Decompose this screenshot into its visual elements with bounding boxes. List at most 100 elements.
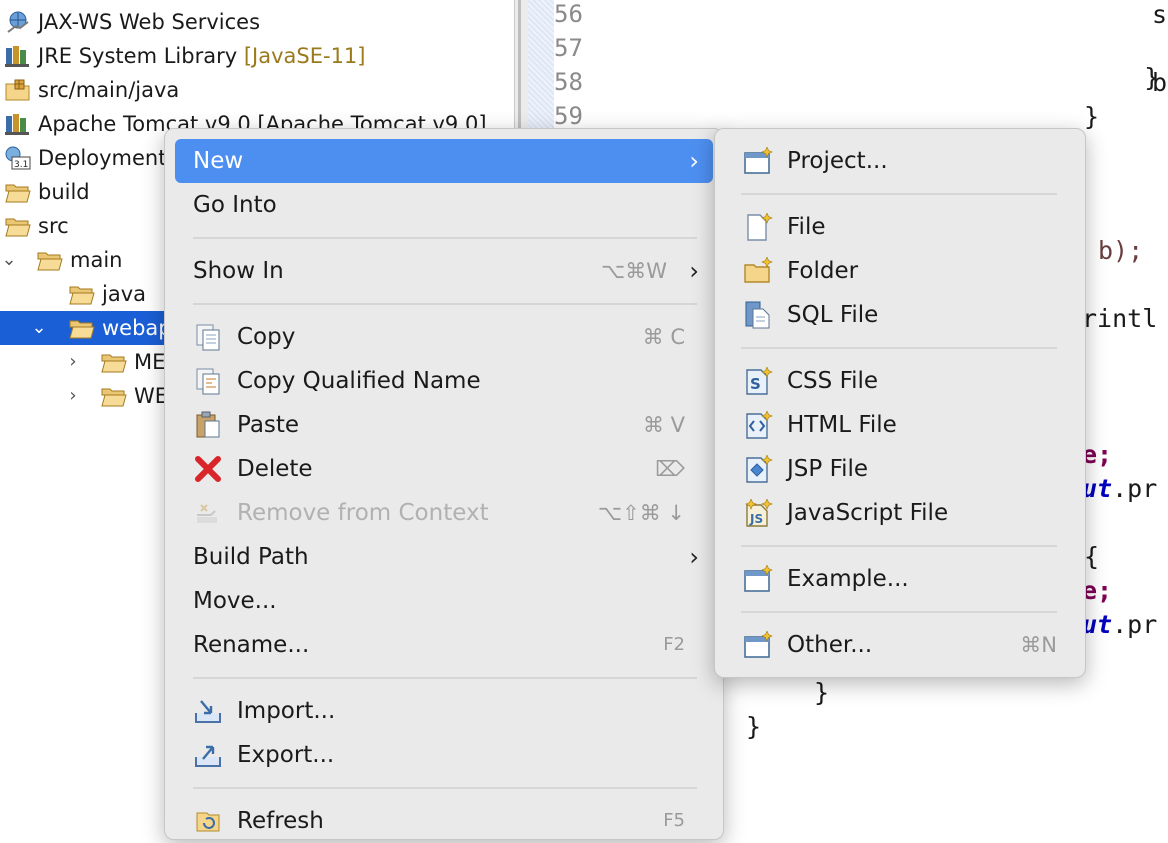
code-fragment: s — [1152, 0, 1168, 29]
new-file-icon — [747, 213, 773, 241]
new-example-icon — [744, 565, 773, 592]
new-project-icon — [744, 147, 773, 174]
delete-icon — [195, 456, 221, 482]
menu-item-shortcut: ⌘N — [1020, 633, 1057, 657]
tree-item-label: build — [38, 180, 90, 204]
submenu-item-jsp-file[interactable]: JSP File — [725, 447, 1075, 491]
code-fragment: } — [1084, 102, 1100, 131]
chevron-right-icon: › — [689, 257, 699, 285]
sql-file-icon — [745, 301, 770, 329]
menu-item-rename[interactable]: Rename... F2 — [175, 623, 713, 667]
menu-item-import[interactable]: Import... — [175, 689, 713, 733]
menu-item-label: Copy — [237, 324, 296, 350]
svg-text:S: S — [750, 375, 761, 393]
import-icon — [195, 700, 221, 723]
menu-separator — [741, 193, 1057, 195]
menu-item-label: Export... — [237, 742, 335, 768]
menu-item-remove-from-context[interactable]: Remove from Context ⌥⇧⌘ ↓ — [175, 491, 713, 535]
menu-item-shortcut: ⌦ — [655, 457, 685, 481]
menu-item-label: Rename... — [193, 632, 310, 658]
menu-separator — [193, 787, 697, 789]
code-fragment: e; — [1082, 576, 1112, 605]
submenu-item-label: JSP File — [787, 456, 869, 482]
submenu-item-sql-file[interactable]: SQL File — [725, 293, 1075, 337]
submenu-item-javascript-file[interactable]: JS JavaScript File — [725, 491, 1075, 535]
tree-item-label: src/main/java — [38, 78, 180, 102]
menu-item-label: Build Path — [193, 544, 309, 570]
menu-item-shortcut: F5 — [663, 810, 685, 831]
menu-item-export[interactable]: Export... — [175, 733, 713, 777]
folder-icon — [5, 184, 31, 203]
code-fragment: ut.pr — [1082, 474, 1157, 503]
menu-item-refresh[interactable]: Refresh F5 — [175, 799, 713, 843]
menu-item-paste[interactable]: Paste ⌘ V — [175, 403, 713, 447]
tree-item-jre-library[interactable]: JRE System Library [JavaSE-11] — [0, 39, 514, 73]
new-folder-icon — [744, 257, 773, 283]
menu-separator — [741, 545, 1057, 547]
submenu-item-example[interactable]: Example... — [725, 557, 1075, 601]
chevron-right-icon: › — [689, 147, 699, 175]
menu-separator — [193, 303, 697, 305]
folder-icon — [69, 320, 95, 339]
chevron-down-icon[interactable]: ⌄ — [0, 243, 18, 277]
web-services-icon — [7, 11, 29, 33]
code-fragment: b); — [1098, 236, 1143, 265]
menu-item-shortcut: ⌘ C — [642, 325, 685, 349]
javascript-file-icon: JS — [745, 499, 773, 527]
menu-item-copy-qualified-name[interactable]: Copy Qualified Name — [175, 359, 713, 403]
chevron-right-icon[interactable]: › — [64, 345, 82, 379]
submenu-item-project[interactable]: Project... — [725, 139, 1075, 183]
deployment-descriptor-icon: 3.1 — [5, 146, 31, 170]
menu-item-label: Delete — [237, 456, 313, 482]
menu-item-label: Show In — [193, 258, 284, 284]
submenu-item-label: JavaScript File — [787, 500, 949, 526]
menu-item-label: Move... — [193, 588, 277, 614]
jre-version-decoration: [JavaSE-11] — [243, 44, 366, 68]
chevron-down-icon[interactable]: ⌄ — [30, 311, 48, 345]
code-fragment: } — [746, 712, 762, 741]
field: ut — [1082, 610, 1113, 639]
chevron-right-icon[interactable]: › — [64, 379, 82, 413]
tree-item-label: JRE System Library — [38, 44, 238, 68]
menu-item-shortcut: ⌥⇧⌘ ↓ — [597, 501, 685, 525]
code-fragment: .pr — [1112, 610, 1158, 639]
tree-item-label: JAX-WS Web Services — [38, 10, 261, 34]
submenu-item-css-file[interactable]: S CSS File — [725, 359, 1075, 403]
copy-icon — [196, 324, 220, 351]
tree-item-jax-ws[interactable]: JAX-WS Web Services — [0, 5, 514, 39]
folder-icon — [37, 252, 63, 271]
menu-item-label: Remove from Context — [237, 500, 489, 526]
folder-icon — [69, 286, 95, 305]
code-fragment: { — [1084, 542, 1100, 571]
menu-item-copy[interactable]: Copy ⌘ C — [175, 315, 713, 359]
svg-text:JS: JS — [749, 512, 763, 526]
submenu-item-other[interactable]: Other... ⌘N — [725, 623, 1075, 667]
submenu-item-file[interactable]: File — [725, 205, 1075, 249]
menu-item-show-in[interactable]: Show In ⌥⌘W › — [175, 249, 713, 293]
field: ut — [1082, 474, 1113, 503]
menu-item-shortcut: ⌥⌘W — [601, 259, 667, 283]
keyword: e; — [1082, 440, 1113, 469]
menu-item-move[interactable]: Move... — [175, 579, 713, 623]
menu-item-go-into[interactable]: Go Into — [175, 183, 713, 227]
code-fragment: } — [814, 678, 830, 707]
submenu-item-label: Other... — [787, 632, 873, 658]
new-submenu: Project... File Folder SQL File S CSS Fi… — [714, 128, 1086, 678]
submenu-item-label: CSS File — [787, 368, 879, 394]
menu-item-label: Import... — [237, 698, 336, 724]
submenu-item-folder[interactable]: Folder — [725, 249, 1075, 293]
css-file-icon: S — [746, 367, 773, 395]
menu-item-build-path[interactable]: Build Path › — [175, 535, 713, 579]
export-icon — [195, 745, 221, 767]
menu-separator — [193, 677, 697, 679]
context-menu: New › Go Into Show In ⌥⌘W › Copy ⌘ C Cop… — [164, 128, 724, 840]
tree-item-src-main-java[interactable]: src/main/java — [0, 73, 514, 107]
menu-item-shortcut: ⌘ V — [642, 413, 685, 437]
line-number: 59 — [554, 102, 583, 130]
menu-item-delete[interactable]: Delete ⌦ — [175, 447, 713, 491]
tree-item-label: main — [70, 248, 123, 272]
menu-item-new[interactable]: New › — [175, 139, 713, 183]
submenu-item-html-file[interactable]: HTML File — [725, 403, 1075, 447]
submenu-item-label: Folder — [787, 258, 859, 284]
menu-item-label: Refresh — [237, 808, 324, 834]
